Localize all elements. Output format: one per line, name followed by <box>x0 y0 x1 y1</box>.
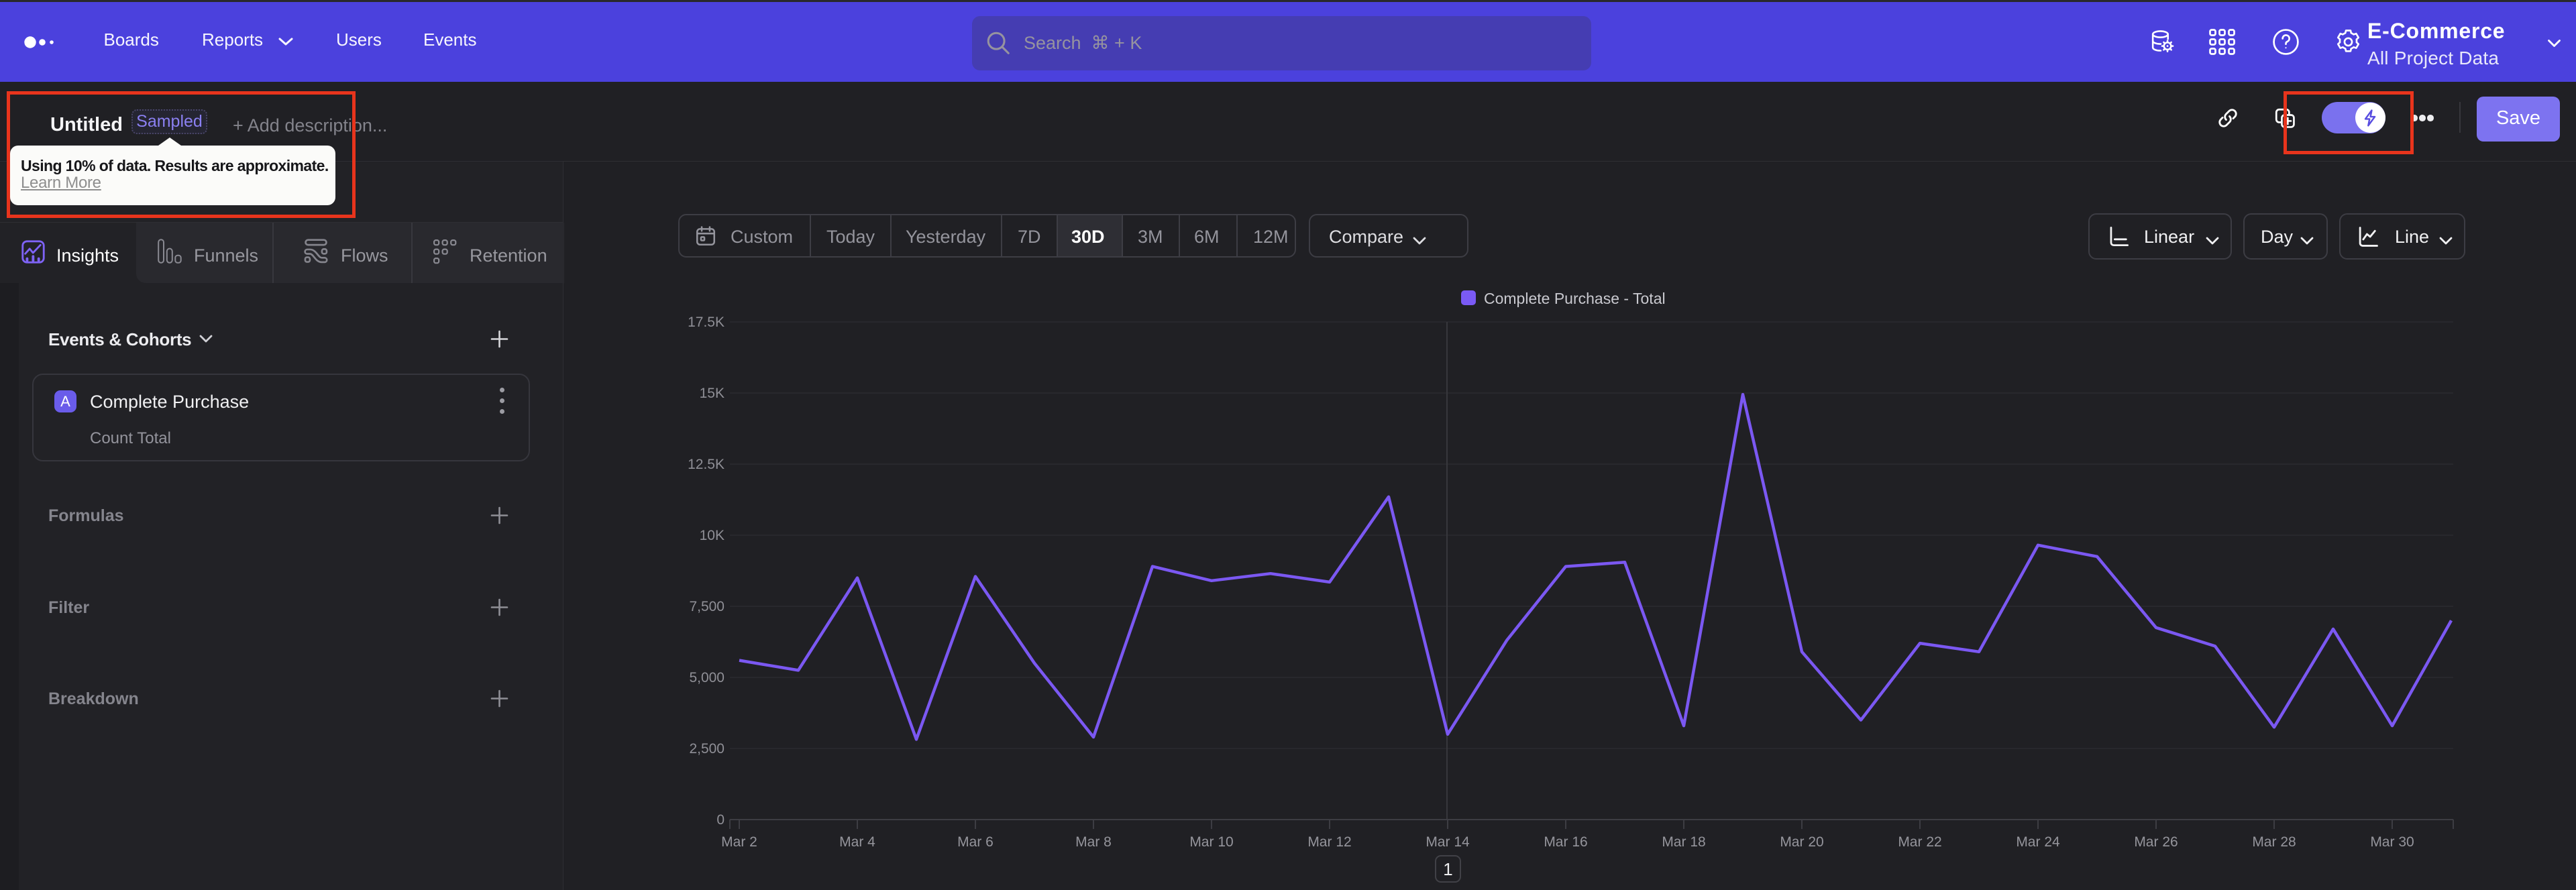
svg-text:Mar 10: Mar 10 <box>1189 834 1233 850</box>
svg-text:Mar 16: Mar 16 <box>1544 834 1587 850</box>
svg-text:5,000: 5,000 <box>689 670 724 685</box>
svg-text:Mar 14: Mar 14 <box>1426 834 1470 850</box>
svg-text:Mar 20: Mar 20 <box>1780 834 1823 850</box>
svg-text:Mar 6: Mar 6 <box>957 834 994 850</box>
svg-text:Mar 28: Mar 28 <box>2252 834 2296 850</box>
svg-text:17.5K: 17.5K <box>688 315 724 330</box>
svg-text:2,500: 2,500 <box>689 741 724 757</box>
svg-text:7,500: 7,500 <box>689 599 724 614</box>
svg-text:Mar 4: Mar 4 <box>839 834 875 850</box>
svg-text:Mar 26: Mar 26 <box>2134 834 2178 850</box>
svg-text:Mar 18: Mar 18 <box>1662 834 1705 850</box>
svg-text:0: 0 <box>716 812 724 828</box>
svg-text:Mar 30: Mar 30 <box>2370 834 2414 850</box>
svg-text:10K: 10K <box>700 528 724 543</box>
svg-text:12.5K: 12.5K <box>688 457 724 472</box>
svg-text:Mar 24: Mar 24 <box>2016 834 2060 850</box>
svg-text:Mar 2: Mar 2 <box>721 834 757 850</box>
svg-text:15K: 15K <box>700 386 724 401</box>
svg-text:Mar 12: Mar 12 <box>1307 834 1351 850</box>
svg-text:Mar 8: Mar 8 <box>1075 834 1112 850</box>
svg-text:Mar 22: Mar 22 <box>1898 834 1941 850</box>
